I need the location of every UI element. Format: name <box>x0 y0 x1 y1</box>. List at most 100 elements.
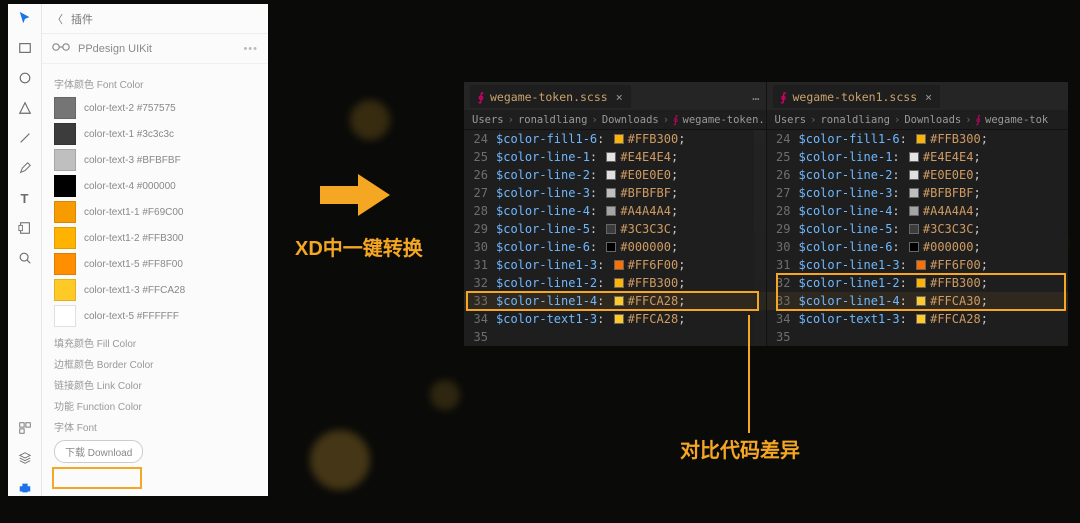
code-line[interactable]: 28$color-line-4: #A4A4A4; <box>767 202 1069 220</box>
breadcrumb-segment[interactable]: wegame-token.sc <box>683 114 766 126</box>
more-icon[interactable]: … <box>752 89 759 103</box>
code-area[interactable]: 24$color-fill1-6: #FFB300;25$color-line-… <box>464 130 766 346</box>
swatch-row[interactable]: color-text1-1 #F69C00 <box>54 199 256 225</box>
breadcrumb-segment[interactable]: wegame-tok <box>985 114 1048 126</box>
close-icon[interactable]: × <box>925 90 932 104</box>
code-line[interactable]: 31$color-line1-3: #FF6F00; <box>767 256 1069 274</box>
breadcrumb-segment[interactable]: ronaldliang <box>518 114 588 126</box>
code-line[interactable]: 25$color-line-1: #E4E4E4; <box>767 148 1069 166</box>
breadcrumb-segment[interactable]: Users <box>472 114 504 126</box>
color-swatch <box>54 279 76 301</box>
breadcrumb-segment[interactable]: Users <box>775 114 807 126</box>
swatch-row[interactable]: color-text1-3 #FFCA28 <box>54 277 256 303</box>
code-content: $color-fill1-6: #FFB300; <box>799 130 1069 148</box>
code-line[interactable]: 32$color-line1-2: #FFB300; <box>767 274 1069 292</box>
code-line[interactable]: 29$color-line-5: #3C3C3C; <box>767 220 1069 238</box>
color-swatch <box>54 253 76 275</box>
code-line[interactable]: 32$color-line1-2: #FFB300; <box>464 274 766 292</box>
pen-tool-icon[interactable] <box>17 160 33 176</box>
code-line[interactable]: 30$color-line-6: #000000; <box>767 238 1069 256</box>
triangle-tool-icon[interactable] <box>17 100 33 116</box>
text-tool-icon[interactable]: T <box>17 190 33 206</box>
chevron-right-icon: › <box>508 114 514 126</box>
chevron-right-icon: › <box>965 114 971 126</box>
code-line[interactable]: 35 <box>767 328 1069 346</box>
color-swatch <box>54 201 76 223</box>
breadcrumb-segment[interactable]: Downloads <box>904 114 961 126</box>
editor-pane-right: ∮ wegame-token1.scss × Users › ronaldlia… <box>767 82 1069 346</box>
bokeh-dot <box>430 380 460 410</box>
scss-file-icon: ∮ <box>781 90 787 104</box>
artboard-tool-icon[interactable] <box>17 220 33 236</box>
section-fill-color: 填充颜色 Fill Color <box>54 335 256 350</box>
line-number: 27 <box>464 184 496 202</box>
code-line[interactable]: 31$color-line1-3: #FF6F00; <box>464 256 766 274</box>
breadcrumb[interactable]: Users › ronaldliang › Downloads › ∮ wega… <box>767 110 1069 130</box>
code-line[interactable]: 26$color-line-2: #E0E0E0; <box>767 166 1069 184</box>
code-line[interactable]: 27$color-line-3: #BFBFBF; <box>464 184 766 202</box>
line-number: 34 <box>464 310 496 328</box>
line-number: 28 <box>464 202 496 220</box>
zoom-tool-icon[interactable] <box>17 250 33 266</box>
code-line[interactable]: 34$color-text1-3: #FFCA28; <box>767 310 1069 328</box>
plugins-panel-icon[interactable] <box>17 480 33 496</box>
code-area[interactable]: 24$color-fill1-6: #FFB300;25$color-line-… <box>767 130 1069 346</box>
chevron-left-icon[interactable]: 〈 <box>52 11 63 27</box>
swatch-row[interactable]: color-text1-2 #FFB300 <box>54 225 256 251</box>
code-content: $color-line-3: #BFBFBF; <box>799 184 1069 202</box>
plugin-body[interactable]: 字体颜色 Font Color color-text-2 #757575colo… <box>42 64 268 496</box>
minimap[interactable] <box>754 130 766 346</box>
code-line[interactable]: 24$color-fill1-6: #FFB300; <box>464 130 766 148</box>
download-button[interactable]: 下载 Download <box>54 440 143 463</box>
code-line[interactable]: 24$color-fill1-6: #FFB300; <box>767 130 1069 148</box>
chevron-right-icon: › <box>663 114 669 126</box>
plugin-row[interactable]: PPdesign UIKit ••• <box>42 34 268 64</box>
color-swatch-icon <box>909 188 919 198</box>
swatch-row[interactable]: color-text1-5 #FF8F00 <box>54 251 256 277</box>
code-content <box>496 328 766 346</box>
line-tool-icon[interactable] <box>17 130 33 146</box>
swatch-row[interactable]: color-text-2 #757575 <box>54 95 256 121</box>
code-content: $color-line-1: #E4E4E4; <box>496 148 766 166</box>
layers-panel-icon[interactable] <box>17 450 33 466</box>
close-icon[interactable]: × <box>616 90 623 104</box>
code-line[interactable]: 26$color-line-2: #E0E0E0; <box>464 166 766 184</box>
color-swatch <box>54 97 76 119</box>
more-icon[interactable]: ••• <box>243 43 258 55</box>
color-swatch-icon <box>606 206 616 216</box>
glasses-icon <box>52 42 70 55</box>
code-content: $color-line-5: #3C3C3C; <box>496 220 766 238</box>
swatch-row[interactable]: color-text-3 #BFBFBF <box>54 147 256 173</box>
breadcrumb-segment[interactable]: ronaldliang <box>820 114 890 126</box>
tab-wegame-token[interactable]: ∮ wegame-token.scss × <box>470 85 631 108</box>
code-line[interactable]: 33$color-line1-4: #FFCA28; <box>464 292 766 310</box>
ellipse-tool-icon[interactable] <box>17 70 33 86</box>
color-swatch <box>54 149 76 171</box>
line-number: 30 <box>767 238 799 256</box>
line-number: 29 <box>464 220 496 238</box>
scss-file-icon: ∮ <box>976 114 981 126</box>
assets-panel-icon[interactable] <box>17 420 33 436</box>
code-content: $color-line-2: #E0E0E0; <box>799 166 1069 184</box>
tab-wegame-token1[interactable]: ∮ wegame-token1.scss × <box>773 85 941 108</box>
swatch-row[interactable]: color-text-4 #000000 <box>54 173 256 199</box>
swatch-label: color-text-5 #FFFFFF <box>84 311 179 322</box>
breadcrumb-segment[interactable]: Downloads <box>602 114 659 126</box>
code-line[interactable]: 34$color-text1-3: #FFCA28; <box>464 310 766 328</box>
code-line[interactable]: 30$color-line-6: #000000; <box>464 238 766 256</box>
code-line[interactable]: 29$color-line-5: #3C3C3C; <box>464 220 766 238</box>
swatch-row[interactable]: color-text-1 #3c3c3c <box>54 121 256 147</box>
rectangle-tool-icon[interactable] <box>17 40 33 56</box>
code-line[interactable]: 33$color-line1-4: #FFCA30; <box>767 292 1069 310</box>
xd-toolbar: T <box>8 4 42 496</box>
line-number: 31 <box>464 256 496 274</box>
code-line[interactable]: 25$color-line-1: #E4E4E4; <box>464 148 766 166</box>
select-tool-icon[interactable] <box>17 10 33 26</box>
code-line[interactable]: 27$color-line-3: #BFBFBF; <box>767 184 1069 202</box>
code-content: $color-line-5: #3C3C3C; <box>799 220 1069 238</box>
code-line[interactable]: 28$color-line-4: #A4A4A4; <box>464 202 766 220</box>
breadcrumb[interactable]: Users › ronaldliang › Downloads › ∮ wega… <box>464 110 766 130</box>
section-border-color: 边框颜色 Border Color <box>54 356 256 371</box>
swatch-row[interactable]: color-text-5 #FFFFFF <box>54 303 256 329</box>
code-line[interactable]: 35 <box>464 328 766 346</box>
